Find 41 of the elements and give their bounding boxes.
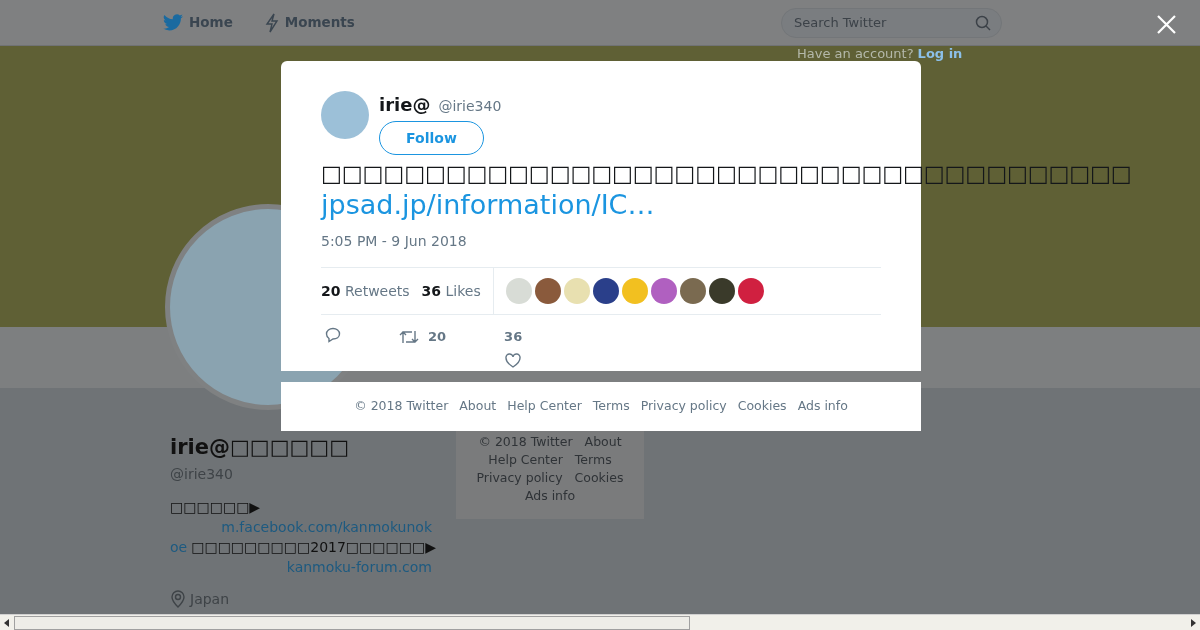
footer-link[interactable]: Terms bbox=[574, 451, 612, 469]
footer-link[interactable]: About bbox=[584, 433, 622, 451]
tweet-timestamp[interactable]: 5:05 PM - 9 Jun 2018 bbox=[321, 231, 881, 252]
account-prompt: Have an account? bbox=[797, 45, 914, 63]
search-field[interactable]: Search Twitter bbox=[781, 7, 1002, 38]
retweet-count: 20 bbox=[428, 328, 447, 346]
footer-link[interactable]: Privacy policy bbox=[640, 397, 727, 416]
search-icon[interactable] bbox=[975, 14, 991, 31]
footer-link[interactable]: About bbox=[459, 397, 497, 416]
login-link[interactable]: Log in bbox=[917, 44, 963, 64]
footer-link[interactable]: Cookies bbox=[737, 397, 787, 416]
footer-link[interactable]: Privacy policy bbox=[476, 469, 563, 487]
profile-name: irie@□□□□□□ bbox=[170, 434, 351, 461]
footer-link[interactable]: Terms bbox=[592, 397, 630, 416]
bio-text: □□□□□□▶ bbox=[170, 497, 261, 517]
footer-link[interactable]: Ads info bbox=[797, 397, 848, 416]
author-handle[interactable]: @irie340 bbox=[438, 96, 502, 117]
location-pin-icon bbox=[170, 590, 186, 608]
follow-button[interactable]: Follow bbox=[379, 121, 484, 155]
scrollbar-thumb[interactable] bbox=[14, 615, 690, 630]
footer-link[interactable]: Ads info bbox=[524, 487, 576, 505]
retweet-icon[interactable] bbox=[399, 328, 419, 345]
reply-icon[interactable] bbox=[325, 327, 341, 343]
footer-link[interactable]: © 2018 Twitter bbox=[354, 397, 449, 416]
nav-link[interactable]: Home bbox=[163, 12, 233, 33]
author-name[interactable]: irie@ bbox=[379, 91, 431, 118]
footer-link[interactable]: Help Center bbox=[507, 397, 582, 416]
footer-link[interactable]: © 2018 Twitter bbox=[478, 433, 573, 451]
stat-link[interactable]: 36 Likes bbox=[421, 280, 481, 302]
heart-icon[interactable] bbox=[505, 352, 522, 368]
tweet-link[interactable]: jpsad.jp/information/IC… bbox=[321, 190, 881, 220]
bio-text: □□□□□□□□□2017□□□□□□▶ bbox=[191, 537, 436, 557]
nav-link[interactable]: Moments bbox=[264, 12, 355, 33]
bird-icon bbox=[163, 14, 183, 31]
stat-link[interactable]: 20 Retweets bbox=[321, 280, 410, 302]
footer-link[interactable]: Help Center bbox=[488, 451, 563, 469]
close-icon[interactable] bbox=[1157, 15, 1176, 34]
lightning-icon bbox=[264, 12, 279, 33]
horizontal-scrollbar[interactable] bbox=[0, 614, 1200, 630]
like-count: 36 bbox=[504, 328, 523, 346]
footer-link[interactable]: Cookies bbox=[574, 469, 624, 487]
